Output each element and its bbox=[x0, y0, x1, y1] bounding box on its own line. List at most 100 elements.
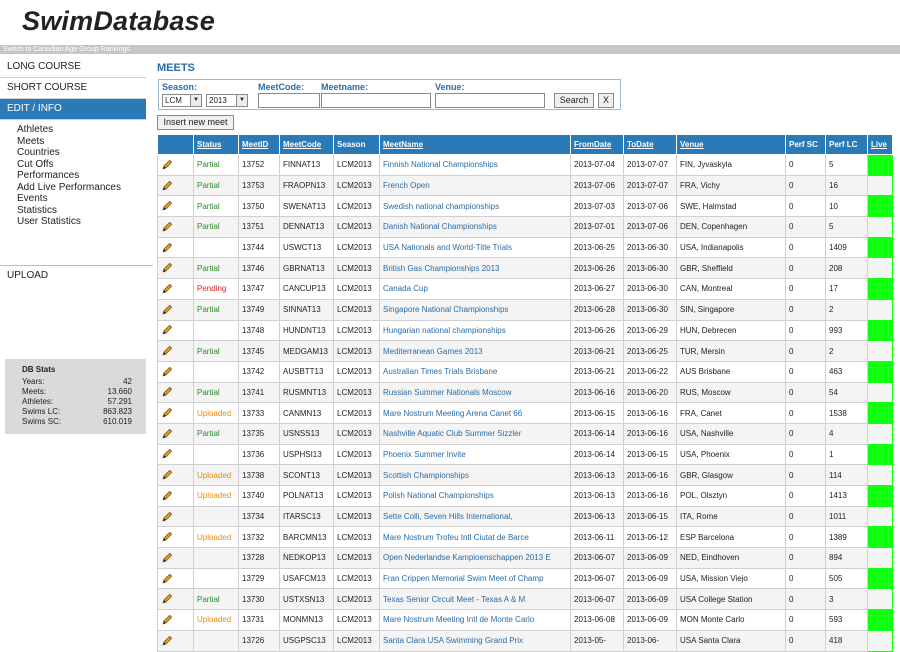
pencil-icon[interactable] bbox=[161, 614, 173, 625]
meetname-link[interactable]: Phoenix Summer Invite bbox=[379, 443, 571, 466]
col-meetid[interactable]: MeetID bbox=[238, 134, 280, 155]
venue-input[interactable] bbox=[435, 93, 545, 108]
edit-cell[interactable] bbox=[157, 422, 194, 445]
subnav-countries[interactable]: Countries bbox=[17, 147, 146, 159]
edit-cell[interactable] bbox=[157, 588, 194, 611]
subnav-performances[interactable]: Performances bbox=[17, 170, 146, 182]
pencil-icon[interactable] bbox=[161, 449, 173, 460]
live-indicator[interactable] bbox=[867, 609, 893, 631]
edit-cell[interactable] bbox=[157, 443, 194, 466]
pencil-icon[interactable] bbox=[161, 552, 173, 563]
pencil-icon[interactable] bbox=[161, 325, 173, 335]
edit-cell[interactable] bbox=[157, 505, 194, 528]
live-indicator[interactable] bbox=[867, 629, 893, 652]
live-indicator[interactable] bbox=[867, 567, 893, 590]
edit-cell[interactable] bbox=[157, 629, 194, 652]
meetname-link[interactable]: Sette Colli, Seven Hills International, bbox=[379, 505, 571, 528]
edit-cell[interactable] bbox=[157, 278, 194, 300]
live-indicator[interactable] bbox=[867, 195, 893, 218]
col-meetname[interactable]: MeetName bbox=[379, 134, 571, 155]
clear-button[interactable]: X bbox=[598, 93, 614, 108]
edit-cell[interactable] bbox=[157, 257, 194, 280]
pencil-icon[interactable] bbox=[161, 159, 173, 170]
meetname-link[interactable]: Polish National Championships bbox=[379, 485, 571, 507]
live-indicator[interactable] bbox=[867, 298, 893, 321]
subnav-cut-offs[interactable]: Cut Offs bbox=[17, 159, 146, 171]
edit-cell[interactable] bbox=[157, 319, 194, 342]
nav-upload[interactable]: UPLOAD bbox=[0, 265, 153, 281]
subnav-add-live-performances[interactable]: Add Live Performances bbox=[17, 182, 146, 194]
edit-cell[interactable] bbox=[157, 464, 194, 486]
nav-short-course[interactable]: SHORT COURSE bbox=[0, 78, 146, 99]
pencil-icon[interactable] bbox=[161, 408, 173, 418]
meetcode-input[interactable] bbox=[258, 93, 320, 108]
meetname-link[interactable]: Fran Crippen Memorial Swim Meet of Champ bbox=[379, 567, 571, 590]
search-button[interactable]: Search bbox=[554, 93, 594, 108]
switch-rankings-link[interactable]: Switch to Canadian Age Group Rankings bbox=[3, 45, 130, 54]
live-indicator[interactable] bbox=[867, 340, 893, 362]
pencil-icon[interactable] bbox=[161, 387, 173, 397]
live-indicator[interactable] bbox=[867, 547, 893, 569]
live-indicator[interactable] bbox=[867, 588, 893, 611]
meetname-link[interactable]: Nashville Aquatic Club Summer Sizzler bbox=[379, 422, 571, 445]
year-select[interactable]: 2013 ▼ bbox=[206, 94, 248, 107]
live-indicator[interactable] bbox=[867, 174, 893, 197]
subnav-meets[interactable]: Meets bbox=[17, 136, 146, 148]
pencil-icon[interactable] bbox=[161, 573, 173, 584]
meetname-link[interactable]: Santa Clara USA Swimming Grand Prix bbox=[379, 629, 571, 652]
edit-cell[interactable] bbox=[157, 526, 194, 549]
live-indicator[interactable] bbox=[867, 402, 893, 424]
pencil-icon[interactable] bbox=[161, 594, 173, 604]
meetname-link[interactable]: Mediterranean Games 2013 bbox=[379, 340, 571, 362]
live-indicator[interactable] bbox=[867, 216, 893, 238]
meetname-link[interactable]: Hungarian national championships bbox=[379, 319, 571, 342]
edit-cell[interactable] bbox=[157, 154, 194, 176]
meetname-input[interactable] bbox=[321, 93, 431, 108]
live-indicator[interactable] bbox=[867, 422, 893, 445]
live-indicator[interactable] bbox=[867, 526, 893, 549]
edit-cell[interactable] bbox=[157, 547, 194, 569]
meetname-link[interactable]: Singapore National Championships bbox=[379, 298, 571, 321]
live-indicator[interactable] bbox=[867, 505, 893, 528]
pencil-icon[interactable] bbox=[161, 511, 173, 522]
edit-cell[interactable] bbox=[157, 402, 194, 424]
col-live[interactable]: Live bbox=[867, 134, 893, 155]
meetname-link[interactable]: Danish National Championships bbox=[379, 216, 571, 238]
pencil-icon[interactable] bbox=[161, 304, 173, 315]
meetname-link[interactable]: French Open bbox=[379, 174, 571, 197]
meetname-link[interactable]: Open Nederlandse Kampioenschappen 2013 E bbox=[379, 547, 571, 569]
nav-edit-info[interactable]: EDIT / INFO bbox=[0, 99, 146, 120]
live-indicator[interactable] bbox=[867, 154, 893, 176]
edit-cell[interactable] bbox=[157, 298, 194, 321]
edit-cell[interactable] bbox=[157, 174, 194, 197]
meetname-link[interactable]: Canada Cup bbox=[379, 278, 571, 300]
meetname-link[interactable]: Russian Summer Nationals Moscow bbox=[379, 381, 571, 404]
edit-cell[interactable] bbox=[157, 216, 194, 238]
insert-new-meet-button[interactable]: Insert new meet bbox=[157, 115, 234, 130]
course-select[interactable]: LCM ▼ bbox=[162, 94, 202, 107]
subnav-events[interactable]: Events bbox=[17, 193, 146, 205]
meetname-link[interactable]: Finnish National Championships bbox=[379, 154, 571, 176]
live-indicator[interactable] bbox=[867, 257, 893, 280]
pencil-icon[interactable] bbox=[161, 242, 173, 253]
meetname-link[interactable]: Texas Senior Circuit Meet - Texas A & M bbox=[379, 588, 571, 611]
edit-cell[interactable] bbox=[157, 381, 194, 404]
meetname-link[interactable]: Swedish national championships bbox=[379, 195, 571, 218]
pencil-icon[interactable] bbox=[161, 635, 173, 646]
live-indicator[interactable] bbox=[867, 319, 893, 342]
edit-cell[interactable] bbox=[157, 485, 194, 507]
live-indicator[interactable] bbox=[867, 360, 893, 383]
pencil-icon[interactable] bbox=[161, 490, 173, 501]
nav-long-course[interactable]: LONG COURSE bbox=[0, 57, 146, 78]
subnav-user-statistics[interactable]: User Statistics bbox=[17, 216, 146, 228]
pencil-icon[interactable] bbox=[161, 263, 173, 273]
meetname-link[interactable]: Mare Nostrum Meeting Intl de Monte Carlo bbox=[379, 609, 571, 631]
meetname-link[interactable]: Mare Nostrum Trofeu Intl Ciutat de Barce bbox=[379, 526, 571, 549]
subnav-statistics[interactable]: Statistics bbox=[17, 205, 146, 217]
col-venue[interactable]: Venue bbox=[676, 134, 786, 155]
meetname-link[interactable]: British Gas Championships 2013 bbox=[379, 257, 571, 280]
edit-cell[interactable] bbox=[157, 236, 194, 259]
subnav-athletes[interactable]: Athletes bbox=[17, 124, 146, 136]
pencil-icon[interactable] bbox=[161, 428, 173, 439]
live-indicator[interactable] bbox=[867, 278, 893, 300]
